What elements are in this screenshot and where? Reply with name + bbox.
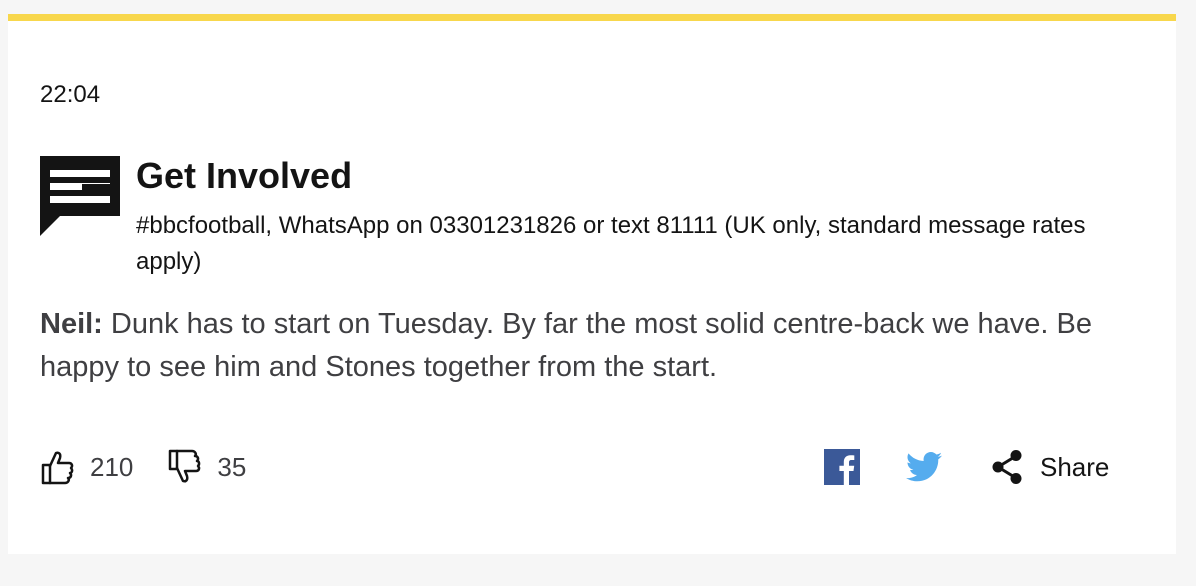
dislike-count: 35 bbox=[217, 451, 247, 482]
like-count: 210 bbox=[90, 451, 134, 482]
share-icon bbox=[992, 450, 1022, 484]
share-label: Share bbox=[1040, 451, 1110, 482]
facebook-icon bbox=[824, 449, 860, 485]
comment-body: Dunk has to start on Tuesday. By far the… bbox=[40, 308, 1093, 383]
comment-author: Neil: bbox=[40, 308, 103, 340]
get-involved-title: Get Involved bbox=[136, 155, 353, 196]
thumbs-up-icon bbox=[41, 451, 74, 485]
speech-bubble-icon bbox=[40, 156, 120, 236]
twitter-share-button[interactable] bbox=[906, 452, 942, 482]
share-button[interactable]: Share bbox=[990, 449, 1109, 485]
twitter-icon bbox=[906, 452, 942, 482]
like-button[interactable]: 210 bbox=[40, 449, 167, 485]
get-involved-subtitle: #bbcfootball, WhatsApp on 03301231826 or… bbox=[136, 212, 1086, 275]
share-bar: Share bbox=[824, 447, 1109, 487]
post-timestamp: 22:04 bbox=[40, 81, 101, 108]
facebook-share-button[interactable] bbox=[824, 449, 860, 485]
thumbs-down-icon bbox=[169, 449, 201, 483]
live-post-card: 22:04 Get Involved #bbcfootball, WhatsAp… bbox=[8, 14, 1176, 554]
comment-text: Neil: Dunk has to start on Tuesday. By f… bbox=[40, 303, 1140, 389]
reactions-bar: 210 35 bbox=[40, 447, 280, 487]
dislike-button[interactable]: 35 bbox=[167, 449, 280, 485]
